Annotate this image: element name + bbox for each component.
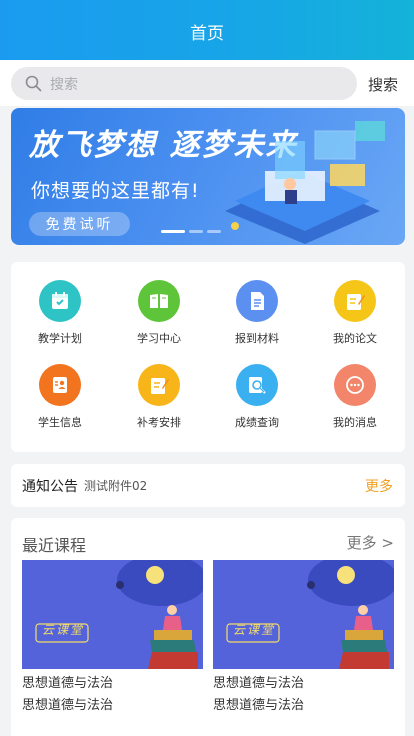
search-bar: 搜索 搜索 — [0, 60, 414, 106]
grid-item-label: 成绩查询 — [235, 416, 279, 429]
calendar-icon — [39, 280, 81, 322]
grid-item-label: 报到材料 — [235, 332, 279, 345]
course-thumbnail: 云课堂 — [213, 560, 394, 669]
notice-more-link[interactable]: 更多 — [365, 476, 393, 496]
edit-note-icon — [334, 280, 376, 322]
courses-more-link[interactable]: 更多 > — [347, 532, 394, 553]
grid-item-label: 学生信息 — [38, 416, 82, 429]
top-header: 首页 — [0, 0, 414, 60]
course-thumbnail: 云课堂 — [22, 560, 203, 669]
thumbnail-text: 云课堂 — [42, 623, 85, 637]
course-card[interactable]: 云课堂 思想道德与法治 思想道德与法治 — [22, 560, 203, 717]
search-doc-icon — [236, 364, 278, 406]
grid-item-label: 补考安排 — [137, 416, 181, 429]
pager-dot[interactable] — [207, 230, 221, 233]
feature-grid: 教学计划 学习中心 报到材料 我的论文 学生信息 补考安排 成绩查询 我的消息 — [11, 262, 405, 452]
grid-item-teaching-plan[interactable]: 教学计划 — [20, 280, 100, 346]
grid-item-my-messages[interactable]: 我的消息 — [315, 364, 395, 430]
grid-item-label: 教学计划 — [38, 332, 82, 345]
thumbnail-text: 云课堂 — [233, 623, 276, 637]
book-icon — [138, 280, 180, 322]
grid-item-study-center[interactable]: 学习中心 — [119, 280, 199, 346]
grid-item-grade-query[interactable]: 成绩查询 — [217, 364, 297, 430]
document-icon — [236, 280, 278, 322]
recent-courses: 最近课程 更多 > 云课堂 思想道德与法治 思想道德与法治 云课堂 思想道德与法… — [11, 518, 405, 736]
course-name: 思想道德与法治 — [213, 676, 305, 691]
section-title: 最近课程 — [22, 536, 87, 555]
banner-subtitle: 你想要的这里都有! — [31, 180, 200, 202]
banner-illustration — [225, 121, 385, 244]
id-card-icon — [39, 364, 81, 406]
edit-note-icon — [138, 364, 180, 406]
grid-item-label: 我的论文 — [333, 332, 377, 345]
search-button[interactable]: 搜索 — [368, 74, 398, 95]
pager-dot[interactable] — [189, 230, 203, 233]
grid-item-label: 学习中心 — [137, 332, 181, 345]
promo-banner[interactable]: 放飞梦想 逐梦未来 你想要的这里都有! 免费试听 — [11, 108, 405, 245]
course-subtitle: 思想道德与法治 — [213, 698, 305, 713]
grid-item-makeup-exam[interactable]: 补考安排 — [119, 364, 199, 430]
message-icon — [334, 364, 376, 406]
page-title: 首页 — [190, 23, 224, 44]
notice-text[interactable]: 测试附件02 — [84, 477, 147, 494]
course-name: 思想道德与法治 — [22, 676, 114, 691]
grid-item-student-info[interactable]: 学生信息 — [20, 364, 100, 430]
search-icon — [25, 75, 42, 92]
grid-item-label: 我的消息 — [333, 416, 377, 429]
grid-item-registration-materials[interactable]: 报到材料 — [217, 280, 297, 346]
notice-bar[interactable]: 通知公告 测试附件02 更多 — [11, 464, 405, 507]
free-trial-button[interactable]: 免费试听 — [29, 212, 130, 236]
search-input[interactable]: 搜索 — [11, 67, 357, 100]
notice-title: 通知公告 — [22, 478, 78, 495]
grid-item-my-thesis[interactable]: 我的论文 — [315, 280, 395, 346]
pager-dot[interactable] — [161, 230, 185, 233]
course-subtitle: 思想道德与法治 — [22, 698, 114, 713]
search-placeholder: 搜索 — [50, 76, 78, 93]
banner-pager — [161, 230, 221, 233]
course-card[interactable]: 云课堂 思想道德与法治 思想道德与法治 — [213, 560, 394, 717]
